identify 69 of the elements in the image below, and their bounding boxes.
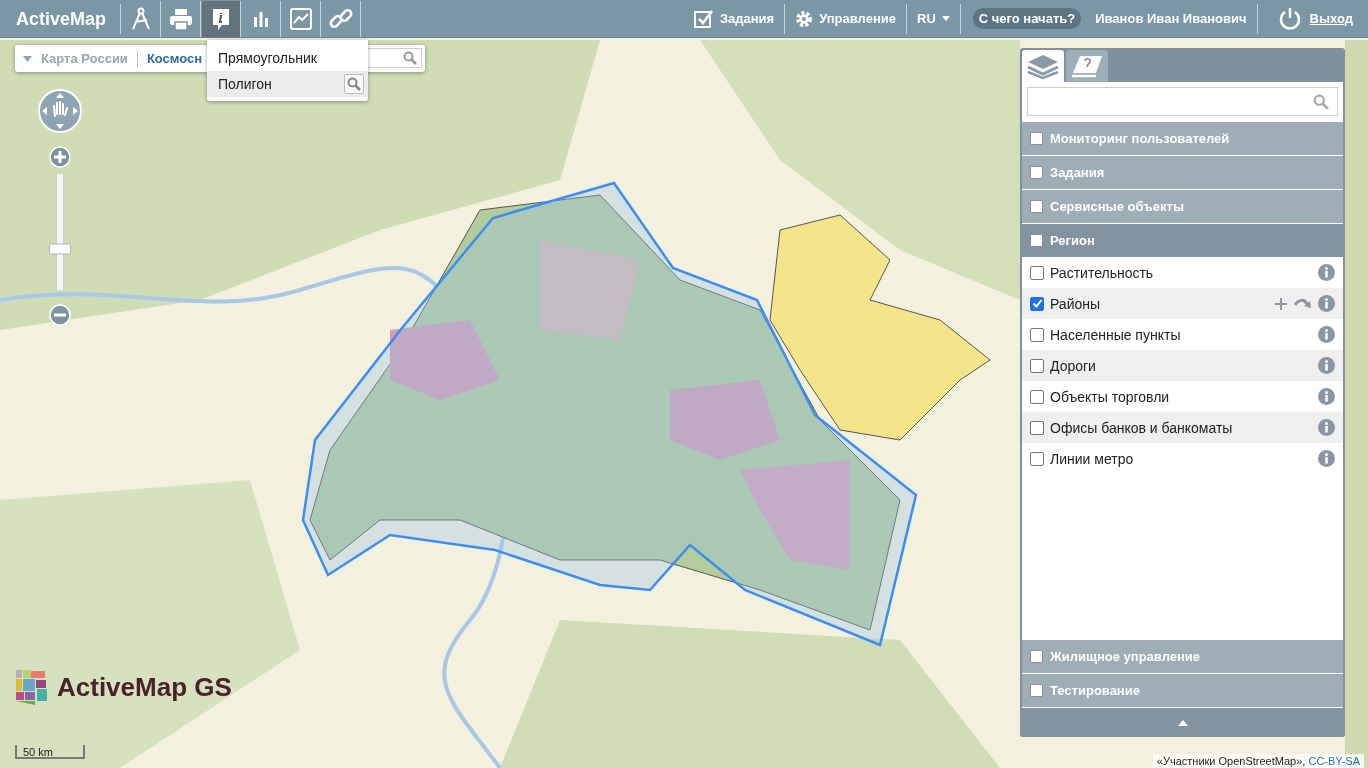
layer-item[interactable]: Дороги bbox=[1022, 350, 1343, 381]
printer-icon bbox=[169, 6, 194, 31]
info-icon[interactable] bbox=[1318, 264, 1335, 281]
layer-checkbox[interactable] bbox=[1030, 296, 1044, 311]
layer-checkbox[interactable] bbox=[1030, 265, 1044, 280]
search-icon bbox=[347, 77, 361, 91]
layer-checkbox[interactable] bbox=[1030, 420, 1044, 435]
help-tab[interactable] bbox=[1066, 50, 1108, 82]
layer-group-header[interactable]: Регион bbox=[1022, 224, 1343, 257]
logo-icon bbox=[15, 668, 49, 706]
group-checkbox[interactable] bbox=[1030, 684, 1043, 697]
zoom-in-button[interactable] bbox=[49, 146, 71, 168]
settings-button[interactable]: Управление bbox=[785, 3, 907, 34]
caret-icon[interactable] bbox=[23, 55, 32, 62]
help-button[interactable]: С чего начать? bbox=[972, 8, 1082, 29]
attribution-text: «Участники OpenStreetMap», bbox=[1156, 755, 1307, 767]
compass-icon bbox=[130, 6, 153, 31]
checkbox-icon bbox=[693, 8, 714, 29]
collapse-icon[interactable] bbox=[1177, 719, 1188, 726]
pan-control[interactable] bbox=[37, 88, 83, 134]
layers-tab[interactable] bbox=[1022, 50, 1064, 82]
zoom-out-button[interactable] bbox=[49, 304, 71, 326]
gear-icon bbox=[795, 9, 814, 28]
info-icon[interactable] bbox=[1318, 388, 1335, 405]
tasks-button[interactable]: Задания bbox=[683, 3, 786, 34]
info-icon[interactable] bbox=[1318, 450, 1335, 467]
caret-icon bbox=[941, 16, 950, 21]
help-icon bbox=[1070, 53, 1104, 79]
info-icon[interactable] bbox=[1318, 357, 1335, 374]
layer-checkbox[interactable] bbox=[1030, 451, 1044, 466]
info-icon[interactable] bbox=[1318, 326, 1335, 343]
group-checkbox[interactable] bbox=[1030, 234, 1043, 247]
group-checkbox[interactable] bbox=[1030, 132, 1043, 145]
layer-checkbox[interactable] bbox=[1030, 358, 1044, 373]
scale-bar: 50 km bbox=[15, 745, 85, 759]
group-checkbox[interactable] bbox=[1030, 166, 1043, 179]
search-button[interactable] bbox=[344, 74, 364, 94]
info-icon[interactable] bbox=[1318, 295, 1335, 312]
info-button[interactable] bbox=[202, 0, 242, 37]
search-icon bbox=[1313, 93, 1329, 110]
search-icon bbox=[403, 51, 417, 65]
layer-item[interactable]: Линии метро bbox=[1022, 443, 1343, 474]
group-checkbox[interactable] bbox=[1030, 200, 1043, 213]
line-chart-icon bbox=[289, 6, 314, 31]
logo-text: ActiveMap GS bbox=[57, 671, 232, 703]
license-link[interactable]: CC-BY-SA bbox=[1308, 755, 1360, 767]
layer-item[interactable]: Объекты торговли bbox=[1022, 381, 1343, 412]
layer-item[interactable]: Районы bbox=[1022, 288, 1343, 319]
group-checkbox[interactable] bbox=[1030, 650, 1043, 663]
map-link[interactable]: Космосн bbox=[146, 51, 203, 66]
user-name: Иванов Иван Иванович bbox=[1081, 3, 1258, 34]
arrow-icon[interactable] bbox=[1294, 296, 1312, 311]
menu-item[interactable]: Полигон bbox=[207, 71, 368, 97]
zoom-handle[interactable] bbox=[49, 243, 71, 255]
menu-item[interactable]: Прямоугольник bbox=[207, 45, 368, 71]
layer-item[interactable]: Населенные пункты bbox=[1022, 319, 1343, 350]
info-icon[interactable] bbox=[1318, 419, 1335, 436]
logout-link[interactable]: Выход bbox=[1309, 11, 1353, 26]
app-title: ActiveMap bbox=[0, 3, 122, 34]
layer-item[interactable]: Офисы банков и банкоматы bbox=[1022, 412, 1343, 443]
language-dropdown[interactable]: RU bbox=[907, 3, 961, 34]
layer-checkbox[interactable] bbox=[1030, 389, 1044, 404]
layer-checkbox[interactable] bbox=[1030, 327, 1044, 342]
add-icon[interactable] bbox=[1274, 296, 1288, 311]
power-icon[interactable] bbox=[1277, 6, 1302, 31]
layers-icon bbox=[1026, 53, 1060, 79]
layer-search-field[interactable] bbox=[1027, 87, 1338, 116]
layer-item[interactable]: Растительность bbox=[1022, 257, 1343, 288]
map-link[interactable]: Карта России bbox=[41, 51, 128, 66]
